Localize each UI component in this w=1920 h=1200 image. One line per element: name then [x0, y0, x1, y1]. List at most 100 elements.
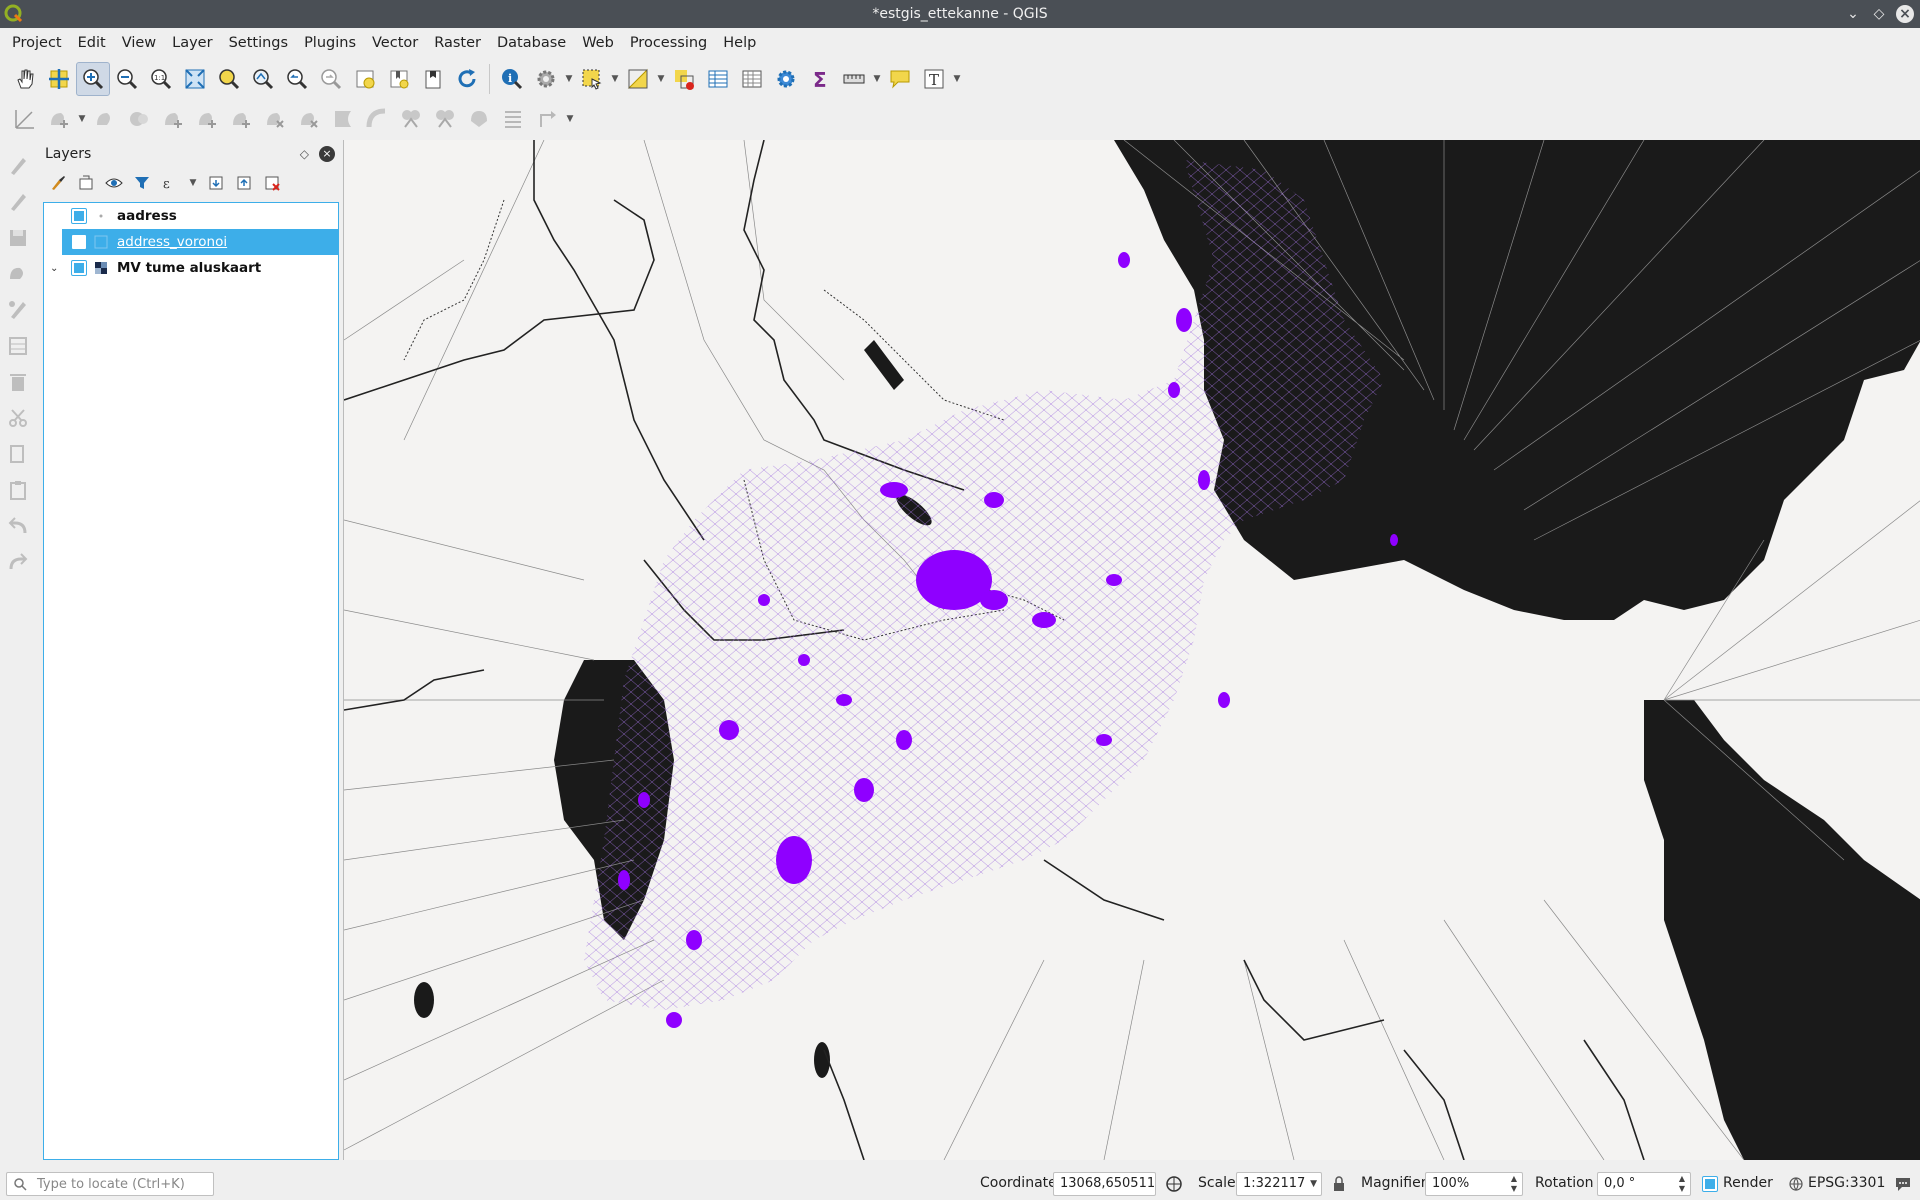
messages-icon[interactable] — [1894, 1175, 1912, 1193]
fill-ring-button[interactable] — [224, 102, 258, 136]
paste-features-button[interactable] — [0, 472, 36, 508]
attribute-table-button[interactable] — [701, 62, 735, 96]
vertex-tool-button[interactable] — [0, 292, 36, 328]
zoom-in-button[interactable] — [76, 62, 110, 96]
zoom-to-selection-button[interactable] — [212, 62, 246, 96]
scale-combobox[interactable]: 1:322117 ▼ — [1236, 1172, 1322, 1196]
zoom-out-button[interactable] — [110, 62, 144, 96]
temporal-button[interactable] — [416, 62, 450, 96]
new-bookmark-button[interactable] — [348, 62, 382, 96]
menu-plugins[interactable]: Plugins — [296, 28, 364, 58]
redo-button[interactable] — [0, 544, 36, 580]
show-bookmarks-button[interactable] — [382, 62, 416, 96]
rotate-symbols-button[interactable] — [530, 102, 564, 136]
zoom-last-button[interactable] — [280, 62, 314, 96]
identify-button[interactable]: i — [495, 62, 529, 96]
layer-visibility-checkbox[interactable] — [71, 260, 87, 276]
move-dropdown-arrow[interactable]: ▼ — [76, 102, 88, 136]
manage-visibility-button[interactable] — [103, 172, 125, 194]
select-features-button[interactable] — [575, 62, 609, 96]
menu-edit[interactable]: Edit — [70, 28, 114, 58]
deselect-button[interactable] — [667, 62, 701, 96]
undock-panel-icon[interactable]: ◇ — [300, 147, 309, 161]
copy-features-button[interactable] — [0, 436, 36, 472]
menu-help[interactable]: Help — [715, 28, 764, 58]
menu-vector[interactable]: Vector — [364, 28, 426, 58]
map-tips-button[interactable] — [883, 62, 917, 96]
measure-button[interactable] — [837, 62, 871, 96]
field-calculator-button[interactable] — [735, 62, 769, 96]
text-annotation-button[interactable]: T — [917, 62, 951, 96]
add-ring-button[interactable] — [156, 102, 190, 136]
style-manager-button[interactable] — [47, 172, 69, 194]
simplify-feature-button[interactable] — [122, 102, 156, 136]
chevron-down-icon[interactable]: ⌄ — [50, 263, 62, 274]
menu-web[interactable]: Web — [574, 28, 622, 58]
delete-selected-button[interactable] — [0, 364, 36, 400]
delete-ring-button[interactable] — [258, 102, 292, 136]
magnifier-spinbox[interactable]: 100% ▲ ▼ — [1425, 1172, 1523, 1196]
menu-layer[interactable]: Layer — [164, 28, 220, 58]
pan-tool-button[interactable] — [8, 62, 42, 96]
filter-legend-button[interactable] — [131, 172, 153, 194]
menu-processing[interactable]: Processing — [622, 28, 715, 58]
remove-layer-button[interactable] — [261, 172, 283, 194]
rotate-feature-button[interactable] — [88, 102, 122, 136]
digitize-button[interactable] — [0, 256, 36, 292]
select-by-expression-button[interactable] — [621, 62, 655, 96]
zoom-to-layer-button[interactable] — [246, 62, 280, 96]
actions-button[interactable] — [529, 62, 563, 96]
expression-dropdown-arrow[interactable]: ▼ — [655, 62, 667, 96]
layer-visibility-checkbox[interactable] — [71, 234, 87, 250]
delete-part-button[interactable] — [292, 102, 326, 136]
cut-features-button[interactable] — [0, 400, 36, 436]
layer-row-mv-tume-aluskaart[interactable]: ⌄ MV tume aluskaart — [44, 255, 338, 281]
undo-button[interactable] — [0, 508, 36, 544]
zoom-next-button[interactable] — [314, 62, 348, 96]
menu-database[interactable]: Database — [489, 28, 574, 58]
statistics-button[interactable]: Σ — [803, 62, 837, 96]
render-checkbox[interactable] — [1702, 1176, 1718, 1192]
menu-raster[interactable]: Raster — [426, 28, 489, 58]
reshape-button[interactable] — [326, 102, 360, 136]
move-feature-button[interactable] — [42, 102, 76, 136]
coordinate-field[interactable]: 13068,6505118 — [1053, 1172, 1156, 1196]
layer-row-address-voronoi[interactable]: address_voronoi — [62, 229, 338, 255]
close-panel-icon[interactable]: × — [319, 146, 335, 162]
rotation-spinbox[interactable]: 0,0 ° ▲ ▼ — [1597, 1172, 1691, 1196]
annotation-dropdown-arrow[interactable]: ▼ — [951, 62, 963, 96]
advanced-digitize-button[interactable] — [8, 102, 42, 136]
menu-settings[interactable]: Settings — [221, 28, 296, 58]
merge-attributes-button[interactable] — [496, 102, 530, 136]
close-window-button[interactable]: × — [1896, 5, 1914, 23]
menu-project[interactable]: Project — [4, 28, 70, 58]
split-features-button[interactable] — [394, 102, 428, 136]
crs-button[interactable]: EPSG:3301 — [1808, 1175, 1885, 1191]
merge-features-button[interactable] — [462, 102, 496, 136]
refresh-button[interactable] — [450, 62, 484, 96]
zoom-native-button[interactable]: 1:1 — [144, 62, 178, 96]
rotate-dropdown-arrow[interactable]: ▼ — [564, 102, 576, 136]
select-dropdown-arrow[interactable]: ▼ — [609, 62, 621, 96]
processing-toolbox-button[interactable] — [769, 62, 803, 96]
menu-view[interactable]: View — [114, 28, 164, 58]
measure-dropdown-arrow[interactable]: ▼ — [871, 62, 883, 96]
add-group-button[interactable] — [75, 172, 97, 194]
maximize-button[interactable]: ◇ — [1870, 5, 1888, 23]
zoom-full-button[interactable] — [178, 62, 212, 96]
collapse-all-button[interactable] — [233, 172, 255, 194]
expand-all-button[interactable] — [205, 172, 227, 194]
save-edits-button[interactable] — [0, 220, 36, 256]
layer-visibility-checkbox[interactable] — [71, 208, 87, 224]
modify-attributes-button[interactable] — [0, 328, 36, 364]
toggle-editing-button[interactable] — [0, 184, 36, 220]
current-edits-button[interactable] — [0, 148, 36, 184]
map-canvas[interactable] — [343, 140, 1920, 1160]
filter-by-expression-button[interactable]: ε — [159, 172, 181, 194]
filter-dropdown-arrow[interactable]: ▼ — [187, 172, 199, 194]
toggle-extents-icon[interactable] — [1164, 1174, 1184, 1194]
layer-row-aadress[interactable]: aadress — [44, 203, 338, 229]
offset-curve-button[interactable] — [360, 102, 394, 136]
locator-search-input[interactable]: Type to locate (Ctrl+K) — [6, 1172, 214, 1196]
add-part-button[interactable] — [190, 102, 224, 136]
